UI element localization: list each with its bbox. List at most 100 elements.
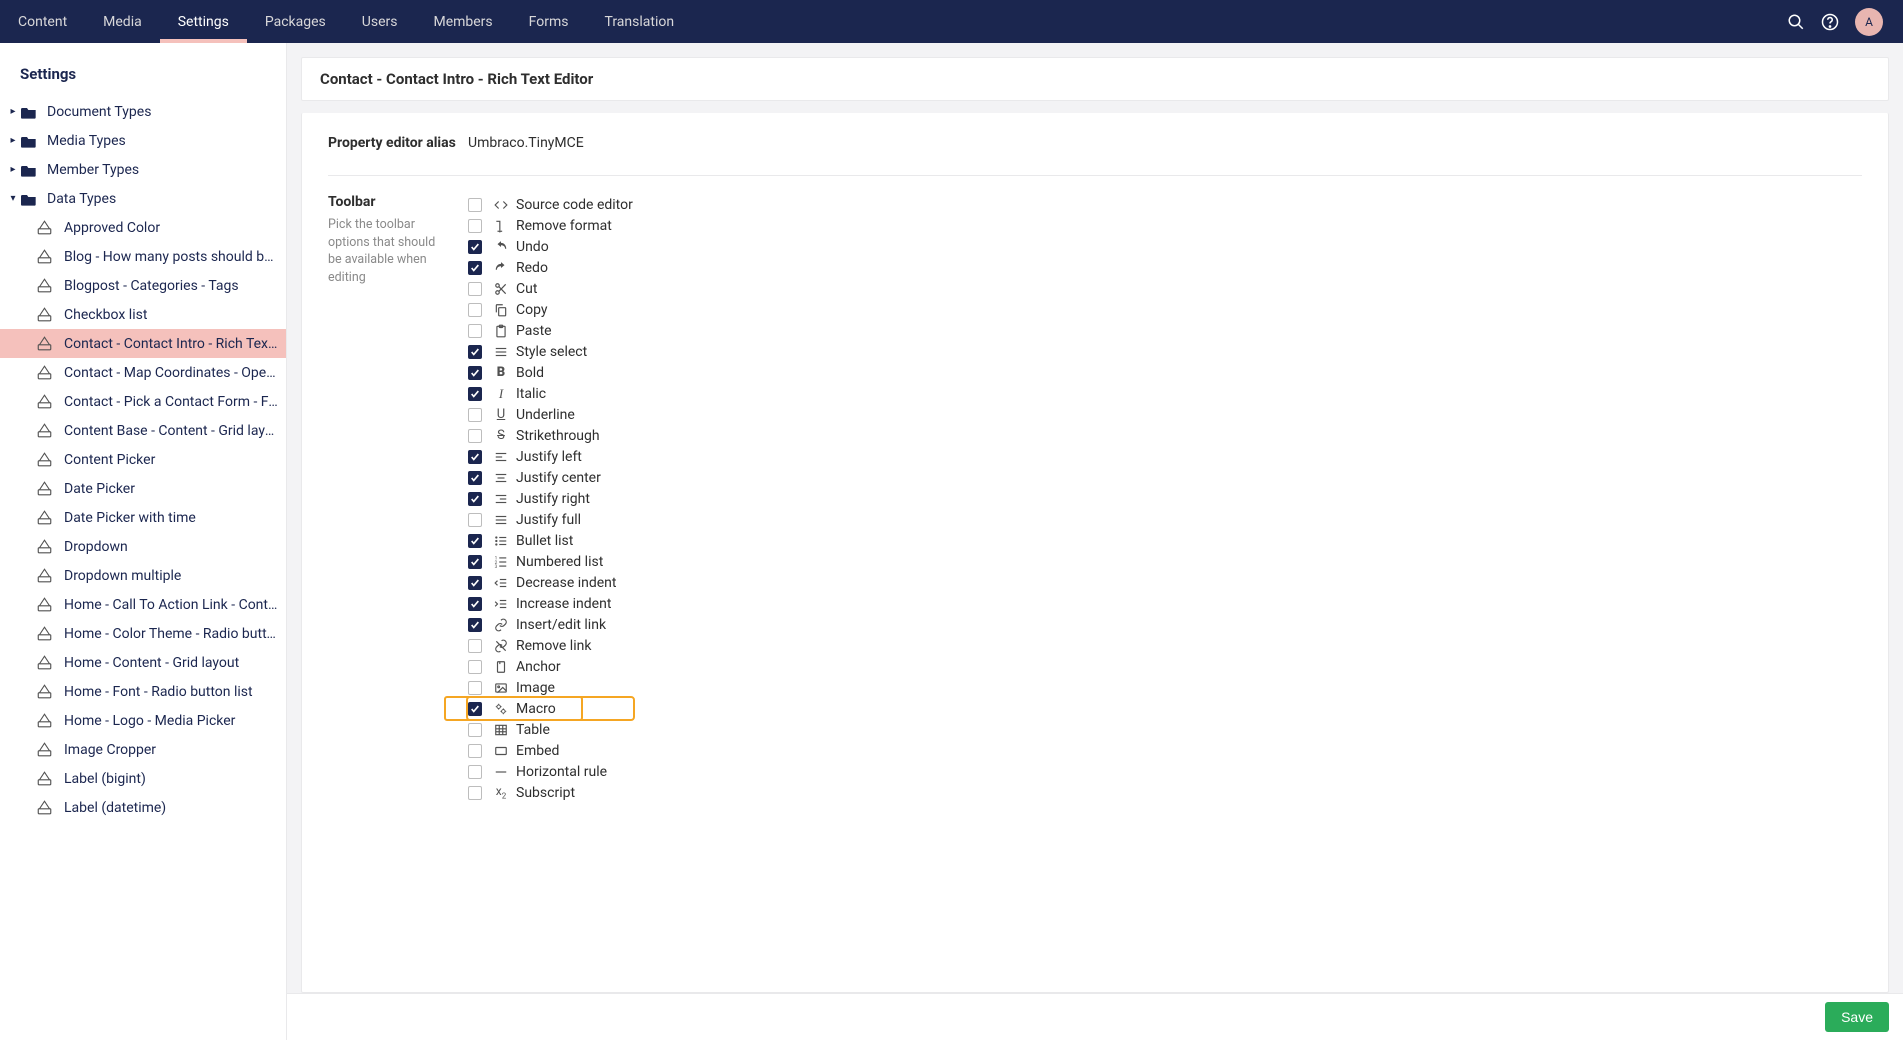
toolbar-option[interactable]: Increase indent [468,593,633,614]
tree-item[interactable]: Home - Font - Radio button list [0,677,286,706]
checkbox[interactable] [468,660,482,674]
tree-item[interactable]: Dropdown [0,532,286,561]
checkbox[interactable] [468,639,482,653]
toolbar-option[interactable]: Insert/edit link [468,614,633,635]
nav-packages[interactable]: Packages [247,0,344,43]
checkbox[interactable] [468,534,482,548]
checkbox[interactable] [468,765,482,779]
toolbar-option[interactable]: Justify center [468,467,633,488]
datatype-icon [36,742,52,757]
help-icon[interactable] [1821,13,1839,31]
toolbar-option[interactable]: Cut [468,278,633,299]
toolbar-option[interactable]: Paste [468,320,633,341]
tree-item[interactable]: Home - Color Theme - Radio button list [0,619,286,648]
checkbox[interactable] [468,240,482,254]
search-icon[interactable] [1787,13,1805,31]
nav-users[interactable]: Users [344,0,416,43]
checkbox[interactable] [468,429,482,443]
toolbar-option[interactable]: Image [468,677,633,698]
tree-item[interactable]: Home - Content - Grid layout [0,648,286,677]
checkbox[interactable] [468,408,482,422]
checkbox[interactable] [468,723,482,737]
toolbar-option-label: Subscript [516,785,575,801]
checkbox[interactable] [468,345,482,359]
toolbar-option[interactable]: Undo [468,236,633,257]
checkbox[interactable] [468,786,482,800]
checkbox[interactable] [468,471,482,485]
tree-item[interactable]: Date Picker [0,474,286,503]
toolbar-option[interactable]: Copy [468,299,633,320]
tree-item[interactable]: Contact - Contact Intro - Rich Text Edi.… [0,329,286,358]
toolbar-option[interactable]: 123Numbered list [468,551,633,572]
checkbox[interactable] [468,198,482,212]
checkbox[interactable] [468,282,482,296]
tree-folder[interactable]: ▸Document Types [0,97,286,126]
nav-members[interactable]: Members [415,0,510,43]
tree-item[interactable]: Blogpost - Categories - Tags [0,271,286,300]
toolbar-option[interactable]: UUnderline [468,404,633,425]
checkbox[interactable] [468,366,482,380]
nav-media[interactable]: Media [85,0,160,43]
tree-folder-datatypes[interactable]: ▾Data Types [0,184,286,213]
tree-item[interactable]: Label (bigint) [0,764,286,793]
toolbar-option[interactable]: Style select [468,341,633,362]
toolbar-option[interactable]: IItalic [468,383,633,404]
tree-item[interactable]: Date Picker with time [0,503,286,532]
toolbar-option[interactable]: Macro [468,698,633,719]
tree-item[interactable]: Content Picker [0,445,286,474]
checkbox[interactable] [468,450,482,464]
checkbox[interactable] [468,618,482,632]
checkbox[interactable] [468,744,482,758]
tree-item[interactable]: Home - Call To Action Link - Content P..… [0,590,286,619]
toolbar-option[interactable]: Justify right [468,488,633,509]
tree-item[interactable]: Contact - Map Coordinates - Open str... [0,358,286,387]
checkbox[interactable] [468,576,482,590]
tree-item[interactable]: Checkbox list [0,300,286,329]
tree-item[interactable]: Home - Logo - Media Picker [0,706,286,735]
toolbar-option[interactable]: x2Subscript [468,782,633,803]
toolbar-option[interactable]: Anchor [468,656,633,677]
tree-item[interactable]: Dropdown multiple [0,561,286,590]
checkbox[interactable] [468,681,482,695]
tree-item[interactable]: Image Cropper [0,735,286,764]
toolbar-option[interactable]: Horizontal rule [468,761,633,782]
toolbar-option[interactable]: Justify left [468,446,633,467]
tree-item[interactable]: Approved Color [0,213,286,242]
nav-translation[interactable]: Translation [586,0,692,43]
toolbar-option[interactable]: Bullet list [468,530,633,551]
embed-icon [494,744,508,758]
checkbox[interactable] [468,597,482,611]
checkbox[interactable] [468,702,482,716]
datatype-icon [36,307,52,322]
toolbar-option[interactable]: SStrikethrough [468,425,633,446]
toolbar-option[interactable]: Redo [468,257,633,278]
tree-item[interactable]: Content Base - Content - Grid layout [0,416,286,445]
tree-folder[interactable]: ▸Media Types [0,126,286,155]
checkbox[interactable] [468,303,482,317]
toolbar-option[interactable]: Remove link [468,635,633,656]
toolbar-option[interactable]: Decrease indent [468,572,633,593]
checkbox[interactable] [468,261,482,275]
toolbar-option[interactable]: Justify full [468,509,633,530]
user-avatar[interactable]: A [1855,8,1883,36]
checkbox[interactable] [468,513,482,527]
toolbar-option[interactable]: Table [468,719,633,740]
toolbar-option[interactable]: Source code editor [468,194,633,215]
nav-content[interactable]: Content [0,0,85,43]
toolbar-option[interactable]: Remove format [468,215,633,236]
folder-icon [21,163,37,177]
toolbar-option[interactable]: BBold [468,362,633,383]
nav-forms[interactable]: Forms [511,0,587,43]
checkbox[interactable] [468,387,482,401]
nav-settings[interactable]: Settings [160,0,247,43]
tree-folder[interactable]: ▸Member Types [0,155,286,184]
checkbox[interactable] [468,555,482,569]
toolbar-option[interactable]: Embed [468,740,633,761]
checkbox[interactable] [468,324,482,338]
tree-item[interactable]: Blog - How many posts should be sho... [0,242,286,271]
save-button[interactable]: Save [1825,1002,1889,1032]
checkbox[interactable] [468,492,482,506]
checkbox[interactable] [468,219,482,233]
tree-item[interactable]: Label (datetime) [0,793,286,822]
tree-item[interactable]: Contact - Pick a Contact Form - Form ... [0,387,286,416]
